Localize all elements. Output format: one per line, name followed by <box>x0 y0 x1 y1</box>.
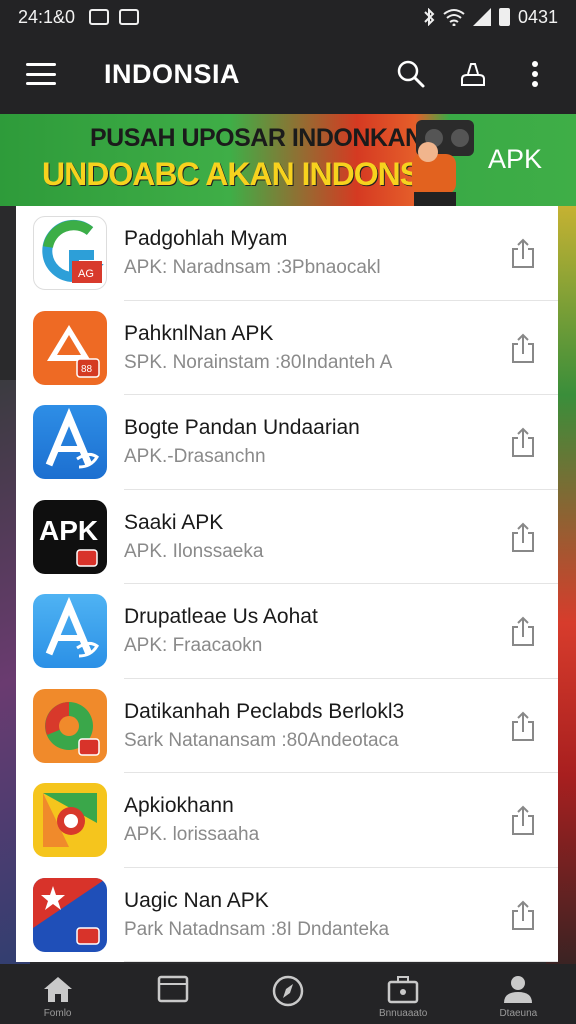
signal-icon <box>472 8 491 26</box>
svg-text:AG: AG <box>78 268 94 280</box>
orange-green-circle-icon <box>33 688 107 763</box>
share-icon[interactable] <box>508 332 538 364</box>
battery-icon <box>498 8 510 26</box>
status-bar: 24:1&0 0431 <box>0 0 576 34</box>
wifi-icon <box>443 9 465 26</box>
list-item[interactable]: 88 PahknlNan APK SPK. Norainstam :80Inda… <box>16 301 558 396</box>
share-icon[interactable] <box>508 710 538 742</box>
nav-label: Bnnuaaato <box>378 1008 428 1019</box>
nav-profile[interactable]: Dtaeuna <box>473 974 563 1019</box>
menu-icon[interactable] <box>26 63 56 85</box>
home-icon <box>43 977 72 1002</box>
share-icon[interactable] <box>508 426 538 458</box>
app-subtitle: APK: Naradnsam :3Pbnaocakl <box>124 257 381 279</box>
green-red-g-icon: AG <box>33 216 107 291</box>
promo-banner[interactable]: PUSAH UPOSAR INDONKAN UNDOABC AKAN INDON… <box>0 114 576 206</box>
app-name: Drupatleae Us Aohat <box>124 605 318 629</box>
list-item[interactable]: Bogte Pandan Undaarian APK.-Drasanchn <box>16 395 558 490</box>
more-options-icon[interactable] <box>520 59 550 89</box>
battery-text: 0431 <box>517 6 558 27</box>
list-item[interactable]: Datikanhah Peclabds Berlokl3 Sark Natana… <box>16 679 558 774</box>
search-icon[interactable] <box>396 59 426 89</box>
nav-discover[interactable] <box>243 974 333 1012</box>
profile-icon <box>504 976 533 1003</box>
yellow-green-red-icon <box>33 783 107 858</box>
share-icon[interactable] <box>508 615 538 647</box>
nav-label: Fomlo <box>43 1008 72 1019</box>
red-blue-star-icon <box>33 877 107 952</box>
list-item[interactable]: Drupatleae Us Aohat APK: Fraacaokn <box>16 584 558 679</box>
account-share-icon[interactable] <box>458 59 488 89</box>
banner-apk-label: APK <box>487 144 542 174</box>
page-title: INDONSIA <box>104 58 241 89</box>
window-icon <box>157 975 189 1003</box>
bottom-navigation: Fomlo Bnnuaaato Dtaeuna <box>0 964 576 1024</box>
nav-home[interactable]: Fomlo <box>13 974 103 1019</box>
nav-label: Dtaeuna <box>499 1008 538 1019</box>
svg-text:88: 88 <box>81 364 93 375</box>
banner-subheadline: UNDOABC AKAN INDONSIA <box>42 156 451 192</box>
black-apk-icon: APK <box>33 499 107 574</box>
app-subtitle: APK. Ilonssaeka <box>124 540 264 562</box>
app-name: Saaki APK <box>124 510 224 534</box>
share-icon[interactable] <box>508 521 538 553</box>
app-list: AG Padgohlah Myam APK: Naradnsam :3Pbnao… <box>16 206 558 962</box>
mascot-illustration-icon <box>412 120 474 206</box>
share-icon[interactable] <box>508 237 538 269</box>
app-name: Padgohlah Myam <box>124 227 288 251</box>
app-name: Apkiokhann <box>124 794 234 818</box>
orange-a-icon: 88 <box>33 310 107 385</box>
nav-browser[interactable] <box>128 974 218 1008</box>
list-item[interactable]: APK Saaki APK APK. Ilonssaeka <box>16 490 558 585</box>
app-name: PahknlNan APK <box>124 321 274 345</box>
blue-a-icon <box>33 405 107 480</box>
banner-headline: PUSAH UPOSAR INDONKAN <box>90 124 423 152</box>
app-name: Datikanhah Peclabds Berlokl3 <box>124 699 405 723</box>
compass-icon <box>272 975 304 1007</box>
app-subtitle: Park Natadnsam :8I Dndanteka <box>124 918 390 940</box>
app-subtitle: SPK. Norainstam :80Indanteh A <box>124 351 393 373</box>
app-subtitle: APK. lorissaaha <box>124 824 260 846</box>
app-subtitle: Sark Natanansam :80Andeotaca <box>124 729 399 751</box>
list-item[interactable]: AG Padgohlah Myam APK: Naradnsam :3Pbnao… <box>16 206 558 301</box>
briefcase-icon <box>387 976 419 1004</box>
light-blue-a-icon <box>33 594 107 669</box>
nav-downloads[interactable]: Bnnuaaato <box>358 974 448 1019</box>
app-bar: INDONSIA <box>0 34 576 114</box>
share-icon[interactable] <box>508 804 538 836</box>
share-icon[interactable] <box>508 899 538 931</box>
bluetooth-icon <box>424 8 435 26</box>
list-item[interactable]: Apkiokhann APK. lorissaaha <box>16 773 558 868</box>
svg-text:APK: APK <box>39 515 98 546</box>
message-notification-icon <box>119 9 140 25</box>
app-name: Uagic Nan APK <box>124 888 269 912</box>
gallery-notification-icon <box>89 9 110 25</box>
list-item[interactable]: Uagic Nan APK Park Natadnsam :8I Dndante… <box>16 868 558 963</box>
app-subtitle: APK: Fraacaokn <box>124 635 263 657</box>
app-subtitle: APK.-Drasanchn <box>124 446 266 468</box>
status-time: 24:1&0 <box>18 6 76 27</box>
app-name: Bogte Pandan Undaarian <box>124 416 360 440</box>
